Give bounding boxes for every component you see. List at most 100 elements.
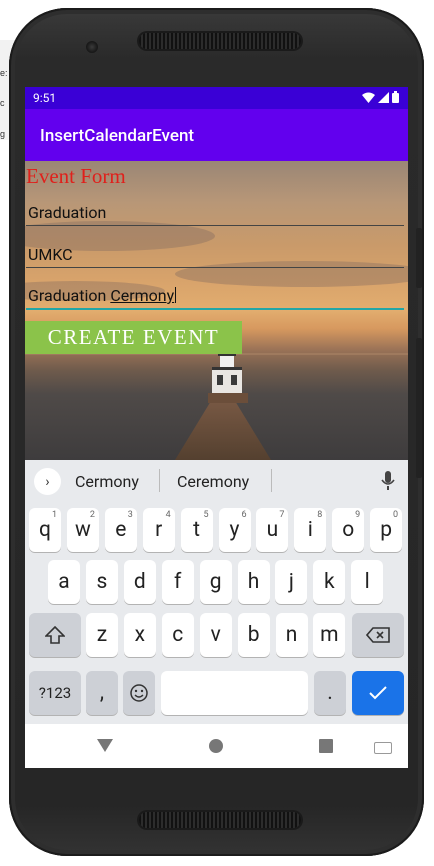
form-title: Event Form <box>26 164 126 188</box>
top-speaker <box>139 33 301 49</box>
volume-button[interactable] <box>416 228 422 288</box>
key-label: r <box>155 518 163 542</box>
event-location-field[interactable]: UMKC <box>26 237 404 268</box>
key-hint: 5 <box>203 510 209 520</box>
lighthouse-image <box>208 353 248 403</box>
emoji-key[interactable] <box>123 671 155 715</box>
app-bar: InsertCalendarEvent <box>25 109 408 161</box>
key-label: u <box>266 518 279 542</box>
nav-back-icon[interactable] <box>97 739 113 752</box>
key-n[interactable]: n <box>275 613 308 657</box>
key-m[interactable]: m <box>313 613 346 657</box>
status-time: 9:51 <box>33 91 57 105</box>
key-a[interactable]: a <box>48 560 80 604</box>
backspace-key[interactable] <box>352 613 404 657</box>
enter-check-icon <box>369 686 387 700</box>
bg-text-fragment-1: e: <box>0 68 8 78</box>
bottom-speaker <box>139 812 301 828</box>
soft-keyboard: › Cermony Ceremony q1w2e3r4t5y6u7i8o9p0 … <box>25 460 408 724</box>
key-o[interactable]: o9 <box>332 508 365 552</box>
front-camera <box>86 41 98 53</box>
navigation-bar <box>25 724 408 768</box>
key-j[interactable]: j <box>275 560 308 604</box>
key-label: w <box>75 518 91 542</box>
form-area: Event Form Graduation UMKC Graduation Ce… <box>25 161 408 460</box>
pier <box>175 397 271 460</box>
keyboard-switch-icon[interactable] <box>374 742 392 754</box>
key-l[interactable]: l <box>351 560 384 604</box>
key-b[interactable]: b <box>237 613 270 657</box>
key-z[interactable]: z <box>86 613 118 657</box>
key-h[interactable]: h <box>237 560 270 604</box>
status-icons <box>362 91 399 103</box>
event-description-field[interactable]: Graduation Cermony <box>26 278 404 310</box>
key-hint: 9 <box>355 510 361 520</box>
device-screen: 9:51 InsertCalendarEvent Event Form Grad… <box>25 87 408 768</box>
key-label: y <box>229 518 240 542</box>
suggestion-divider <box>271 469 272 492</box>
comma-key[interactable]: , <box>86 671 118 715</box>
key-i[interactable]: i8 <box>294 508 327 552</box>
bg-text-fragment-3: g <box>0 129 6 139</box>
nav-home-icon[interactable] <box>209 739 223 753</box>
suggestion-2[interactable]: Ceremony <box>177 472 249 491</box>
key-w[interactable]: w2 <box>66 508 99 552</box>
bg-text-fragment-2: c <box>0 98 5 108</box>
shift-key[interactable] <box>29 613 81 657</box>
description-composing-word: Cermony <box>110 286 175 305</box>
key-label: o <box>342 518 355 542</box>
key-y[interactable]: y6 <box>218 508 251 552</box>
key-label: q <box>39 518 51 542</box>
key-hint: 4 <box>165 510 171 520</box>
symbols-key[interactable]: ?123 <box>29 671 81 715</box>
suggestion-1[interactable]: Cermony <box>75 472 139 491</box>
text-cursor <box>175 287 177 303</box>
key-s[interactable]: s <box>85 560 118 604</box>
key-hint: 6 <box>241 510 247 520</box>
key-label: p <box>380 518 392 542</box>
event-location-value: UMKC <box>28 245 73 264</box>
key-hint: 0 <box>393 510 399 520</box>
emoji-icon <box>130 684 148 702</box>
key-label: t <box>193 518 201 542</box>
mic-icon[interactable] <box>381 471 395 491</box>
event-description-value: Graduation Cermony <box>28 286 177 305</box>
keyboard-row-2: asdfghjkl <box>25 560 408 604</box>
description-prefix: Graduation <box>28 286 107 305</box>
key-p[interactable]: p0 <box>370 508 403 552</box>
period-key[interactable]: . <box>314 671 346 715</box>
wifi-icon <box>362 92 375 103</box>
key-t[interactable]: t5 <box>180 508 213 552</box>
key-hint: 1 <box>51 510 57 520</box>
key-hint: 2 <box>89 510 95 520</box>
backspace-icon <box>366 627 390 643</box>
key-c[interactable]: c <box>161 613 194 657</box>
nav-recents-icon[interactable] <box>319 739 333 753</box>
power-button[interactable] <box>416 338 422 478</box>
key-f[interactable]: f <box>161 560 194 604</box>
key-q[interactable]: q1 <box>29 508 61 552</box>
keyboard-row-3: zxcvbnm <box>25 613 408 657</box>
keyboard-row-1: q1w2e3r4t5y6u7i8o9p0 <box>25 508 408 552</box>
app-title: InsertCalendarEvent <box>40 126 195 146</box>
key-u[interactable]: u7 <box>256 508 289 552</box>
key-label: i <box>307 518 313 542</box>
expand-suggestions-icon[interactable]: › <box>34 468 61 495</box>
key-x[interactable]: x <box>123 613 156 657</box>
suggestion-divider <box>159 469 160 492</box>
key-r[interactable]: r4 <box>142 508 175 552</box>
key-label: e <box>115 518 127 542</box>
key-k[interactable]: k <box>313 560 346 604</box>
create-event-button[interactable]: CREATE EVENT <box>25 321 242 354</box>
key-d[interactable]: d <box>123 560 156 604</box>
key-hint: 8 <box>317 510 323 520</box>
key-e[interactable]: e3 <box>104 508 137 552</box>
event-title-field[interactable]: Graduation <box>26 195 404 226</box>
enter-key[interactable] <box>352 671 404 715</box>
suggestion-strip: › Cermony Ceremony <box>25 460 408 502</box>
battery-icon <box>392 91 399 103</box>
key-g[interactable]: g <box>199 560 232 604</box>
key-v[interactable]: v <box>199 613 232 657</box>
status-bar: 9:51 <box>25 87 408 109</box>
space-key[interactable] <box>161 671 308 715</box>
